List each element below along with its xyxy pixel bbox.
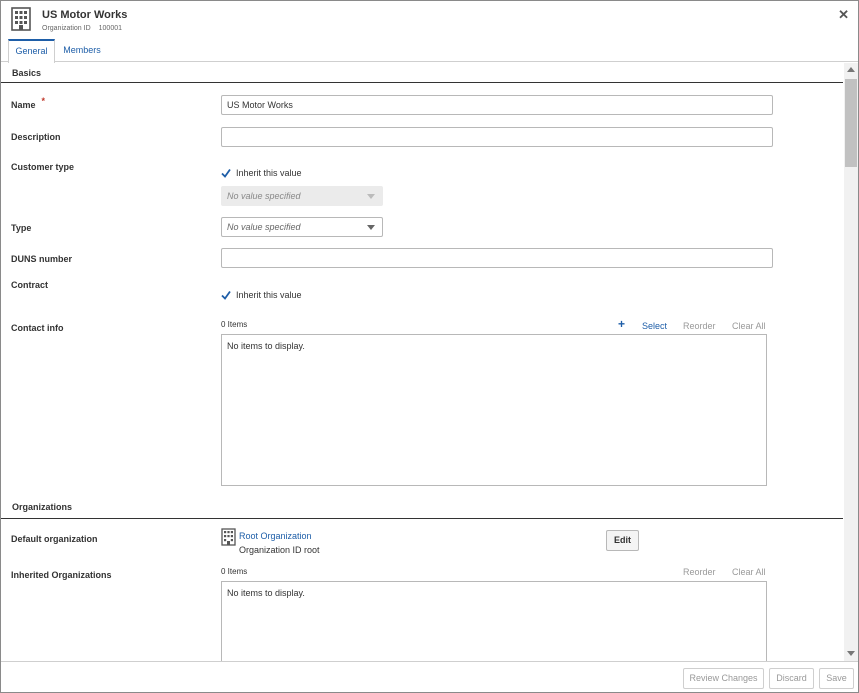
type-value: No value specified [227, 222, 301, 232]
inherited-organizations-label: Inherited Organizations [11, 570, 112, 580]
scrollbar-thumb[interactable] [845, 79, 857, 167]
inherited-clear-link[interactable]: Clear All [732, 567, 766, 577]
description-label: Description [11, 132, 61, 142]
scroll-up-icon[interactable] [847, 67, 855, 72]
section-organizations-heading: Organizations [12, 502, 73, 512]
type-select[interactable]: No value specified [221, 217, 383, 237]
contact-info-list[interactable]: No items to display. [221, 334, 767, 486]
organization-id-label: Organization ID [42, 25, 91, 32]
contact-info-reorder-link[interactable]: Reorder [683, 321, 716, 331]
customer-type-inherit-checkbox[interactable]: Inherit this value [221, 166, 302, 180]
review-changes-button[interactable]: Review Changes [683, 668, 764, 689]
chevron-down-icon [367, 194, 375, 199]
type-label: Type [11, 223, 32, 233]
plus-icon[interactable]: + [618, 317, 625, 331]
save-button[interactable]: Save [819, 668, 854, 689]
discard-button[interactable]: Discard [769, 668, 814, 689]
inherited-organizations-count: 0 Items [221, 567, 248, 576]
default-organization-label: Default organization [11, 534, 98, 544]
section-basics-heading: Basics [12, 68, 42, 78]
customer-type-label: Customer type [11, 162, 75, 172]
tab-bar: General Members [1, 39, 858, 63]
customer-type-value: No value specified [227, 191, 301, 201]
contact-info-count: 0 Items [221, 320, 248, 329]
contact-info-select-link[interactable]: Select [642, 321, 667, 331]
edit-button[interactable]: Edit [606, 530, 639, 551]
dialog-footer: Review Changes Discard Save [1, 661, 858, 692]
checkmark-icon [221, 168, 231, 178]
customer-type-select: No value specified [221, 186, 383, 206]
contract-inherit-checkbox[interactable]: Inherit this value [221, 288, 302, 302]
vertical-scrollbar[interactable] [844, 63, 858, 661]
building-icon [11, 7, 31, 31]
contract-inherit-label: Inherit this value [236, 290, 302, 300]
checkmark-icon [221, 290, 231, 300]
contact-info-empty-message: No items to display. [227, 341, 305, 351]
close-icon[interactable]: ✕ [838, 7, 849, 23]
form-content: Basics Name * US Motor Works Description … [1, 63, 844, 661]
required-marker: * [41, 96, 46, 106]
duns-label: DUNS number [11, 254, 73, 264]
scroll-down-icon[interactable] [847, 651, 855, 656]
inherited-organizations-list[interactable]: No items to display. [221, 581, 767, 661]
contact-info-label: Contact info [11, 323, 64, 333]
organization-id: Organization ID 100001 [42, 25, 122, 32]
name-input[interactable]: US Motor Works [221, 95, 773, 115]
tab-general[interactable]: General [8, 39, 55, 63]
organization-dialog: US Motor Works Organization ID 100001 ✕ G… [0, 0, 859, 693]
inherited-empty-message: No items to display. [227, 588, 305, 598]
name-label: Name * [11, 96, 46, 110]
contract-label: Contract [11, 280, 49, 290]
chevron-down-icon [367, 225, 375, 230]
building-icon [221, 528, 236, 546]
default-organization-id: Organization ID root [239, 545, 320, 555]
contact-info-clear-link[interactable]: Clear All [732, 321, 766, 331]
tab-members[interactable]: Members [57, 39, 107, 62]
description-input[interactable] [221, 127, 773, 147]
dialog-header: US Motor Works Organization ID 100001 ✕ [1, 1, 858, 39]
customer-type-inherit-label: Inherit this value [236, 168, 302, 178]
section-divider [1, 82, 843, 83]
dialog-title: US Motor Works [42, 9, 128, 21]
organization-id-value: 100001 [98, 25, 122, 32]
inherited-reorder-link[interactable]: Reorder [683, 567, 716, 577]
section-divider [1, 518, 843, 519]
default-organization-link[interactable]: Root Organization [239, 531, 312, 541]
duns-input[interactable] [221, 248, 773, 268]
